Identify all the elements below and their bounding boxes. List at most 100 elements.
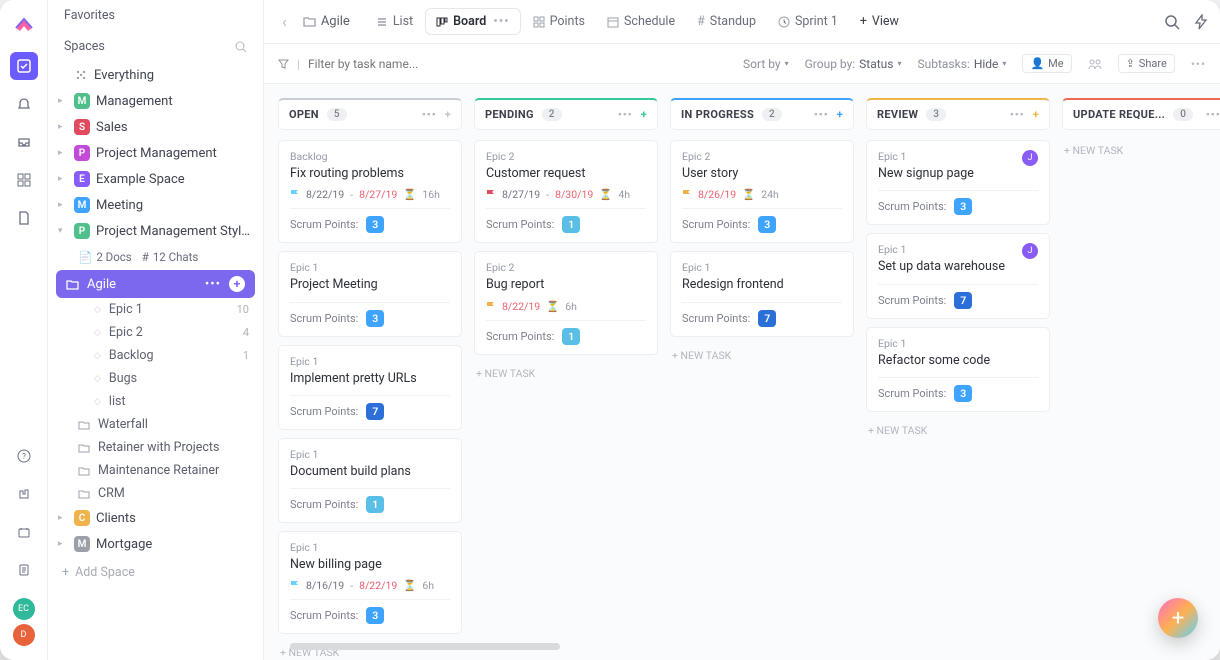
- list-item-list[interactable]: ◇list: [48, 390, 263, 413]
- task-card[interactable]: Epic 1 Set up data warehouse J Scrum Poi…: [866, 233, 1050, 318]
- task-card[interactable]: Epic 2 Customer request 8/27/19 - 8/30/1…: [474, 140, 658, 243]
- list-item-backlog[interactable]: ◇Backlog1: [48, 344, 263, 367]
- chats-link[interactable]: # 12 Chats: [142, 250, 199, 264]
- column-more-icon[interactable]: •••: [1010, 108, 1025, 121]
- filter-more-icon[interactable]: •••: [1191, 57, 1206, 71]
- add-space-button[interactable]: + Add Space: [48, 557, 263, 588]
- filter-input[interactable]: [308, 57, 468, 71]
- duration: 24h: [761, 188, 779, 201]
- rail-notepad-icon[interactable]: [10, 556, 38, 584]
- new-task-button[interactable]: + NEW TASK: [1062, 140, 1220, 161]
- folder-add-button[interactable]: +: [229, 276, 245, 292]
- space-item-project-management-styles[interactable]: ▾ P Project Management Styles: [48, 218, 263, 244]
- space-item-project-management[interactable]: ▸ P Project Management: [48, 140, 263, 166]
- rail-avatar-1[interactable]: EC: [13, 598, 35, 620]
- list-label: Bugs: [109, 371, 137, 386]
- rail-goals-icon[interactable]: [10, 480, 38, 508]
- space-item-meeting[interactable]: ▸ M Meeting: [48, 192, 263, 218]
- column-add-icon[interactable]: +: [445, 108, 451, 121]
- column-add-icon[interactable]: +: [1033, 108, 1039, 121]
- column-add-icon[interactable]: +: [641, 108, 647, 121]
- new-task-button[interactable]: + NEW TASK: [670, 345, 854, 366]
- board-more-icon[interactable]: •••: [493, 14, 509, 29]
- rail-docs-icon[interactable]: [10, 204, 38, 232]
- assignees-icon[interactable]: [1088, 58, 1102, 70]
- column-more-icon[interactable]: •••: [814, 108, 829, 121]
- folder-retainer-with-projects[interactable]: Retainer with Projects: [48, 436, 263, 459]
- folder-more-icon[interactable]: •••: [205, 277, 221, 292]
- space-item-management[interactable]: ▸ M Management: [48, 88, 263, 114]
- app-logo[interactable]: [14, 14, 34, 34]
- column-header: PENDING 2 ••• +: [474, 98, 658, 130]
- new-task-button[interactable]: + NEW TASK: [474, 363, 658, 384]
- folder-crm[interactable]: CRM: [48, 482, 263, 505]
- scrum-points-value: 3: [954, 385, 972, 402]
- bolt-icon[interactable]: [1194, 14, 1208, 30]
- column-add-icon[interactable]: +: [837, 108, 843, 121]
- view-standup[interactable]: #Standup: [687, 9, 766, 34]
- view-sprint[interactable]: Sprint 1: [768, 9, 848, 34]
- rail-home-icon[interactable]: [10, 52, 38, 80]
- new-task-button[interactable]: + NEW TASK: [866, 420, 1050, 441]
- list-count: 1: [243, 349, 249, 362]
- space-item-clients[interactable]: ▸ C Clients: [48, 505, 263, 531]
- space-item-mortgage[interactable]: ▸ M Mortgage: [48, 531, 263, 557]
- breadcrumb[interactable]: Agile: [297, 10, 356, 33]
- add-view-button[interactable]: + View: [850, 9, 909, 34]
- column-more-icon[interactable]: •••: [618, 108, 633, 121]
- task-card[interactable]: Backlog Fix routing problems 8/22/19 - 8…: [278, 140, 462, 243]
- list-item-bugs[interactable]: ◇Bugs: [48, 367, 263, 390]
- task-card[interactable]: Epic 1 Refactor some code Scrum Points:3: [866, 327, 1050, 412]
- quick-create-fab[interactable]: +: [1158, 598, 1198, 638]
- sort-dropdown[interactable]: Sort by ▾: [743, 57, 789, 71]
- space-badge: P: [74, 145, 90, 161]
- rail-timesheet-icon[interactable]: [10, 518, 38, 546]
- folder-maintenance-retainer[interactable]: Maintenance Retainer: [48, 459, 263, 482]
- folder-waterfall[interactable]: Waterfall: [48, 413, 263, 436]
- list-item-epic-2[interactable]: ◇Epic 24: [48, 321, 263, 344]
- subtasks-dropdown[interactable]: Subtasks: Hide ▾: [918, 57, 1007, 71]
- column-more-icon[interactable]: •••: [1206, 108, 1220, 121]
- task-card[interactable]: Epic 1 Project Meeting Scrum Points:3: [278, 251, 462, 336]
- task-card[interactable]: Epic 1 Redesign frontend Scrum Points:7: [670, 251, 854, 336]
- space-item-example-space[interactable]: ▸ E Example Space: [48, 166, 263, 192]
- horizontal-scrollbar[interactable]: [290, 643, 560, 650]
- space-label: Project Management Styles: [96, 224, 251, 239]
- assignee-avatar[interactable]: J: [1022, 243, 1038, 259]
- task-card[interactable]: Epic 1 New billing page 8/16/19 - 8/22/1…: [278, 531, 462, 634]
- rail-notifications-icon[interactable]: [10, 90, 38, 118]
- docs-link[interactable]: 📄 2 Docs: [78, 250, 132, 264]
- share-button[interactable]: ⇪ Share: [1118, 54, 1175, 73]
- scrum-points-label: Scrum Points:: [682, 218, 750, 231]
- view-points[interactable]: Points: [523, 9, 595, 34]
- rail-avatar-2[interactable]: D: [13, 624, 35, 646]
- space-item-sales[interactable]: ▸ S Sales: [48, 114, 263, 140]
- assignee-avatar[interactable]: J: [1022, 150, 1038, 166]
- task-card[interactable]: Epic 1 New signup page J Scrum Points:3: [866, 140, 1050, 225]
- task-card[interactable]: Epic 2 User story 8/26/19 ⏳24h Scrum Poi…: [670, 140, 854, 243]
- column-header: REVIEW 3 ••• +: [866, 98, 1050, 130]
- due-date: 8/27/19: [359, 188, 397, 201]
- task-title: Fix routing problems: [290, 166, 450, 182]
- collapse-sidebar-icon[interactable]: ‹: [276, 8, 293, 35]
- list-item-epic-1[interactable]: ◇Epic 110: [48, 298, 263, 321]
- view-list[interactable]: List: [366, 9, 423, 34]
- task-card[interactable]: Epic 1 Implement pretty URLs Scrum Point…: [278, 345, 462, 430]
- everything-item[interactable]: Everything: [48, 62, 263, 88]
- group-dropdown[interactable]: Group by: Status ▾: [805, 57, 902, 71]
- me-filter-button[interactable]: 👤 Me: [1022, 54, 1071, 73]
- rail-dashboards-icon[interactable]: [10, 166, 38, 194]
- search-icon[interactable]: [1164, 14, 1180, 30]
- search-icon[interactable]: [235, 41, 247, 53]
- filter-icon[interactable]: [278, 58, 289, 69]
- task-card[interactable]: Epic 2 Bug report 8/22/19 ⏳6h Scrum Poin…: [474, 251, 658, 354]
- rail-help-icon[interactable]: ?: [10, 442, 38, 470]
- view-schedule[interactable]: Schedule: [597, 9, 685, 34]
- folder-label: Retainer with Projects: [98, 440, 219, 455]
- task-card[interactable]: Epic 1 Document build plans Scrum Points…: [278, 438, 462, 523]
- active-folder-agile[interactable]: Agile ••• +: [56, 270, 255, 298]
- view-board[interactable]: Board•••: [425, 8, 520, 35]
- column-more-icon[interactable]: •••: [422, 108, 437, 121]
- favorites-header[interactable]: Favorites: [48, 0, 263, 31]
- rail-inbox-icon[interactable]: [10, 128, 38, 156]
